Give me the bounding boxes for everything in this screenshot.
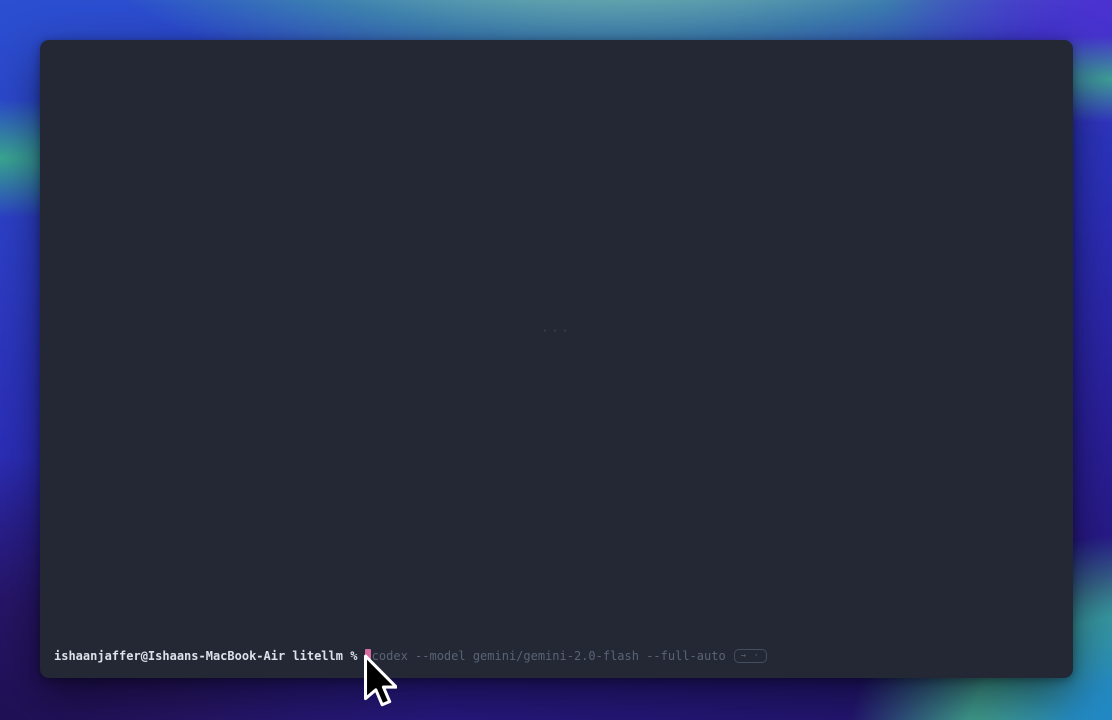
prompt-space <box>357 648 364 664</box>
autosuggestion-text: codex --model gemini/gemini-2.0-flash --… <box>372 648 726 664</box>
shell-prompt: ishaanjaffer@Ishaans-MacBook-Air litellm… <box>54 648 357 664</box>
text-cursor <box>365 649 371 663</box>
accept-suggestion-hint-badge: → · <box>734 649 767 663</box>
hint-badge-label: → · <box>741 650 760 662</box>
loading-dots: ··· <box>541 324 572 338</box>
prompt-line[interactable]: ishaanjaffer@Ishaans-MacBook-Air litellm… <box>54 648 767 664</box>
terminal-window[interactable]: ··· ishaanjaffer@Ishaans-MacBook-Air lit… <box>40 40 1073 678</box>
desktop-wallpaper: ··· ishaanjaffer@Ishaans-MacBook-Air lit… <box>0 0 1112 720</box>
